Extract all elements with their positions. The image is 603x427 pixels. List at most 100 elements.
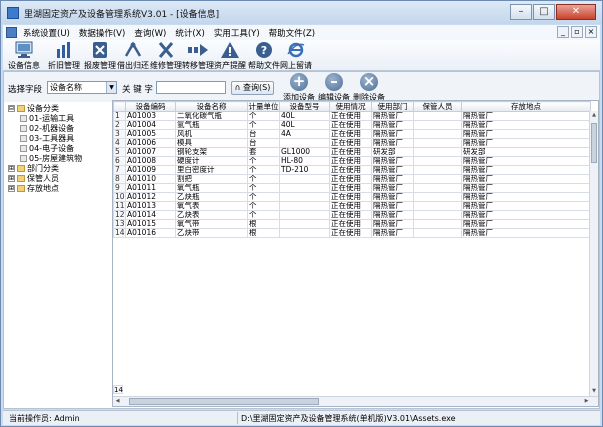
table-cell[interactable] xyxy=(279,183,330,193)
table-cell[interactable] xyxy=(413,138,462,148)
vertical-scroll-thumb[interactable] xyxy=(591,123,597,163)
table-cell[interactable] xyxy=(413,201,462,211)
table-cell[interactable]: 40L xyxy=(279,111,330,121)
table-row[interactable]: 12 A01014 乙炔表个正在使用 隔热管厂 隔热管厂 xyxy=(113,210,591,220)
row-number-cell[interactable]: 11 xyxy=(113,201,126,211)
column-header[interactable]: 设备名称 xyxy=(175,101,248,112)
table-row[interactable]: 3 A01005 风机台 4A 正在使用 隔热管厂 隔热管厂 xyxy=(113,129,591,139)
table-cell[interactable]: 隔热管厂 xyxy=(371,111,414,121)
table-cell[interactable]: 隔热管厂 xyxy=(371,219,414,229)
table-cell[interactable]: A01003 xyxy=(125,111,176,121)
toolbar-depreciation-button[interactable]: 折旧管理 xyxy=(47,41,81,70)
table-row[interactable]: 1 A01003 二氧化碳气瓶个 40L 正在使用 隔热管厂 隔热管厂 xyxy=(113,111,591,121)
table-cell[interactable]: 研发部 xyxy=(371,147,414,157)
table-cell[interactable]: 风机 xyxy=(175,129,248,139)
table-cell[interactable]: A01014 xyxy=(125,210,176,220)
table-cell[interactable]: 正在使用 xyxy=(329,138,372,148)
table-cell[interactable] xyxy=(413,210,462,220)
table-cell[interactable]: 乙炔瓶 xyxy=(175,192,248,202)
expand-icon[interactable]: ⊞ xyxy=(8,185,15,192)
maximize-button[interactable]: □ xyxy=(533,4,555,20)
table-cell[interactable]: HL-80 xyxy=(279,156,330,166)
table-row[interactable]: 14 A01016 乙炔带根正在使用 隔热管厂 隔热管厂 xyxy=(113,228,591,238)
row-number-cell[interactable]: 8 xyxy=(113,174,126,184)
toolbar-online-message-button[interactable]: 网上留请 xyxy=(279,41,313,70)
table-cell[interactable]: 隔热管厂 xyxy=(461,201,591,211)
table-cell[interactable]: 个 xyxy=(247,201,280,211)
table-cell[interactable]: 隔热管厂 xyxy=(371,129,414,139)
field-select[interactable]: 设备名称 ▼ xyxy=(47,81,117,94)
table-cell[interactable]: A01012 xyxy=(125,192,176,202)
table-cell[interactable]: 正在使用 xyxy=(329,129,372,139)
table-cell[interactable]: 隔热管厂 xyxy=(371,120,414,130)
table-cell[interactable]: 隔热管厂 xyxy=(461,192,591,202)
table-cell[interactable]: 正在使用 xyxy=(329,111,372,121)
table-cell[interactable]: 氧气带 xyxy=(175,219,248,229)
table-cell[interactable] xyxy=(413,165,462,175)
table-cell[interactable]: 隔热管厂 xyxy=(461,120,591,130)
table-cell[interactable]: 套 xyxy=(247,147,280,157)
toolbar-lend-return-button[interactable]: 借出归还 xyxy=(116,41,150,70)
column-header[interactable]: 使用部门 xyxy=(371,101,414,112)
mdi-restore-button[interactable]: ▫ xyxy=(571,26,583,38)
collapse-icon[interactable]: ⊟ xyxy=(8,105,15,112)
table-cell[interactable]: 隔热管厂 xyxy=(371,192,414,202)
table-cell[interactable]: A01013 xyxy=(125,201,176,211)
expand-icon[interactable]: ⊞ xyxy=(8,165,15,172)
table-cell[interactable] xyxy=(413,228,462,238)
row-number-cell[interactable]: 2 xyxy=(113,120,126,130)
table-cell[interactable] xyxy=(413,174,462,184)
row-number-cell[interactable]: 3 xyxy=(113,129,126,139)
table-cell[interactable]: 钢轮支架 xyxy=(175,147,248,157)
table-cell[interactable] xyxy=(279,219,330,229)
table-cell[interactable]: 隔热管厂 xyxy=(461,156,591,166)
table-cell[interactable]: 隔热管厂 xyxy=(461,111,591,121)
menu-query[interactable]: 查询(W) xyxy=(134,27,166,39)
table-cell[interactable]: 二氧化碳气瓶 xyxy=(175,111,248,121)
table-cell[interactable]: GL1000 xyxy=(279,147,330,157)
table-cell[interactable] xyxy=(279,210,330,220)
table-cell[interactable]: 正在使用 xyxy=(329,120,372,130)
table-row[interactable]: 11 A01013 氧气表个正在使用 隔热管厂 隔热管厂 xyxy=(113,201,591,211)
toolbar-help-button[interactable]: ? 帮助文件 xyxy=(247,41,281,70)
tree-node-category-01[interactable]: 01-运输工具 xyxy=(20,114,74,124)
table-cell[interactable]: 正在使用 xyxy=(329,156,372,166)
scroll-left-icon[interactable]: ◀ xyxy=(113,397,122,406)
column-header[interactable]: 使用情况 xyxy=(329,101,372,112)
edit-equipment-button[interactable]: – 编辑设备 xyxy=(317,72,351,103)
table-cell[interactable]: 个 xyxy=(247,183,280,193)
table-cell[interactable]: 个 xyxy=(247,111,280,121)
table-row[interactable]: 7 A01009 里白密度计个 TD-210 正在使用 隔热管厂 隔热管厂 xyxy=(113,165,591,175)
menu-system-settings[interactable]: 系统设置(U) xyxy=(23,27,70,39)
table-cell[interactable]: 正在使用 xyxy=(329,228,372,238)
table-cell[interactable]: 隔热管厂 xyxy=(461,129,591,139)
table-cell[interactable]: 正在使用 xyxy=(329,219,372,229)
scroll-up-icon[interactable]: ▲ xyxy=(590,111,598,120)
table-cell[interactable]: A01005 xyxy=(125,129,176,139)
table-cell[interactable]: 乙炔表 xyxy=(175,210,248,220)
table-row[interactable]: 9 A01011 氧气瓶个正在使用 隔热管厂 隔热管厂 xyxy=(113,183,591,193)
table-cell[interactable]: 里白密度计 xyxy=(175,165,248,175)
table-cell[interactable]: 个 xyxy=(247,192,280,202)
query-button[interactable]: ∩ 查询(S) xyxy=(231,81,274,95)
toolbar-transfer-button[interactable]: 转移管理 xyxy=(181,41,215,70)
row-number-header[interactable] xyxy=(113,101,126,112)
row-number-cell[interactable]: 6 xyxy=(113,156,126,166)
row-number-cell[interactable]: 5 xyxy=(113,147,126,157)
scroll-right-icon[interactable]: ▶ xyxy=(582,397,591,406)
table-row[interactable]: 2 A01004 氩气瓶个 40L 正在使用 隔热管厂 隔热管厂 xyxy=(113,120,591,130)
table-cell[interactable]: 正在使用 xyxy=(329,174,372,184)
table-cell[interactable] xyxy=(413,147,462,157)
table-cell[interactable]: 隔热管厂 xyxy=(371,183,414,193)
table-cell[interactable] xyxy=(279,201,330,211)
table-cell[interactable]: 正在使用 xyxy=(329,210,372,220)
title-bar[interactable]: 里湖固定资产及设备管理系统V3.01 - [设备信息] – □ ✕ xyxy=(1,1,602,24)
toolbar-maintenance-button[interactable]: 维修管理 xyxy=(149,41,183,70)
table-cell[interactable]: 隔热管厂 xyxy=(461,210,591,220)
table-row[interactable]: 13 A01015 氧气带根正在使用 隔热管厂 隔热管厂 xyxy=(113,219,591,229)
mdi-close-button[interactable]: × xyxy=(585,26,597,38)
table-row[interactable]: 5 A01007 钢轮支架套 GL1000 正在使用 研发部 研发部 xyxy=(113,147,591,157)
table-cell[interactable]: A01006 xyxy=(125,138,176,148)
table-cell[interactable]: TD-210 xyxy=(279,165,330,175)
table-cell[interactable] xyxy=(413,129,462,139)
